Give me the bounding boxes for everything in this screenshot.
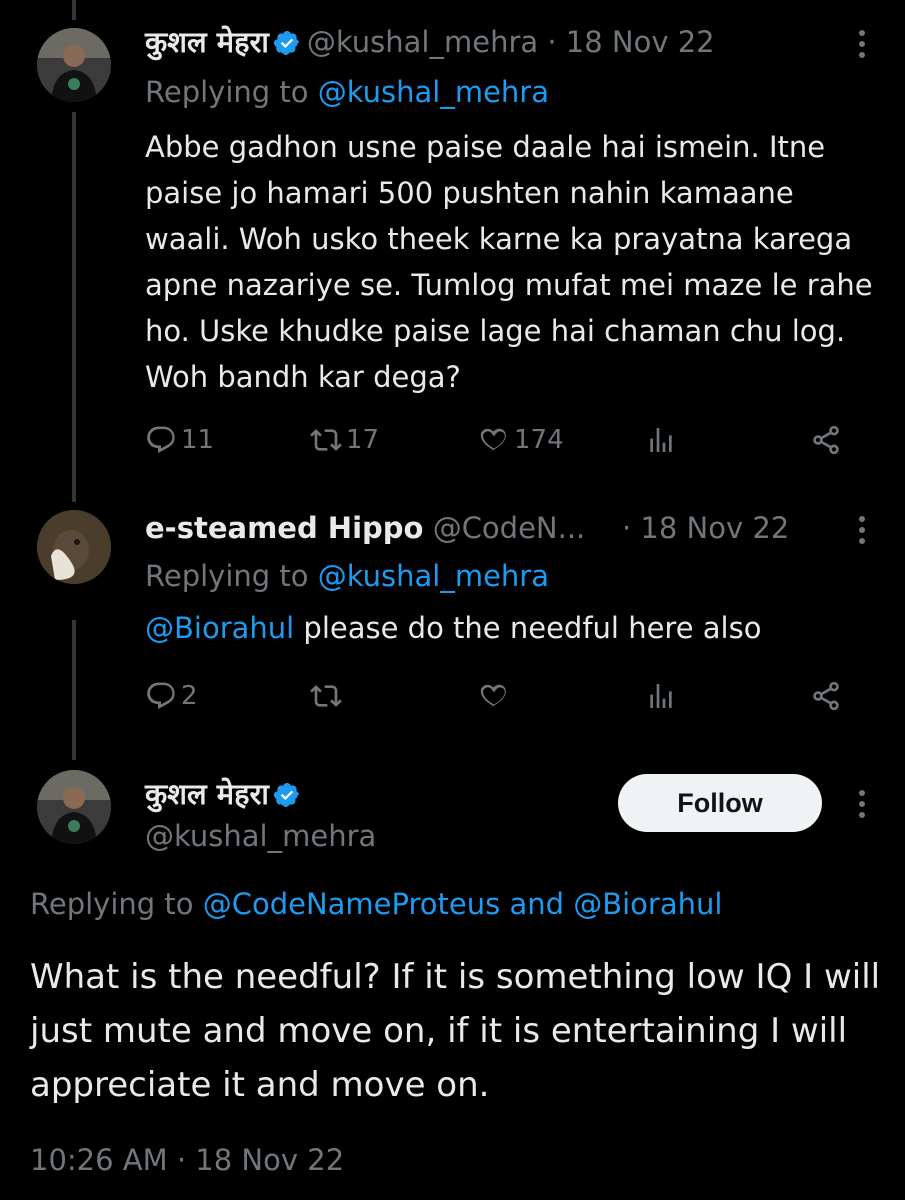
tweet-actions: 11 17 174 bbox=[145, 420, 865, 460]
handle[interactable]: @kushal_mehra bbox=[307, 25, 538, 59]
tweet-text: @Biorahul please do the needful here als… bbox=[145, 608, 880, 648]
tweet-2-header: e-steamed Hippo @CodeN... bbox=[145, 508, 585, 548]
replying-to-link[interactable]: @kushal_mehra bbox=[318, 75, 549, 109]
retweet-button[interactable]: 17 bbox=[310, 420, 379, 460]
retweet-icon bbox=[310, 685, 342, 707]
views-button[interactable] bbox=[645, 676, 677, 716]
handle[interactable]: @kushal_mehra bbox=[145, 819, 376, 853]
more-icon[interactable] bbox=[857, 516, 867, 549]
like-count: 174 bbox=[514, 425, 564, 455]
display-name[interactable]: कुशल मेहरा bbox=[145, 777, 269, 811]
more-icon[interactable] bbox=[857, 790, 867, 823]
like-button[interactable]: 174 bbox=[478, 420, 564, 460]
main-tweet-handle: @kushal_mehra bbox=[145, 816, 376, 856]
main-tweet-name: कुशल मेहरा bbox=[145, 774, 307, 814]
tweet-text-rest: please do the needful here also bbox=[294, 611, 762, 645]
views-icon bbox=[650, 684, 672, 708]
replying-to-link[interactable]: @CodeNameProteus and @Biorahul bbox=[203, 887, 723, 921]
views-icon bbox=[650, 428, 672, 452]
follow-button[interactable]: Follow bbox=[618, 774, 822, 832]
share-button[interactable] bbox=[810, 420, 842, 460]
share-icon bbox=[813, 681, 839, 711]
reply-icon bbox=[147, 682, 175, 710]
reply-count: 11 bbox=[181, 425, 215, 455]
tweet-1-header: कुशल मेहरा @kushal_mehra · 18 Nov 22 bbox=[145, 22, 715, 62]
share-button[interactable] bbox=[810, 676, 842, 716]
share-icon bbox=[813, 425, 839, 455]
views-button[interactable] bbox=[645, 420, 677, 460]
retweet-count: 17 bbox=[346, 425, 380, 455]
mention-link[interactable]: @Biorahul bbox=[145, 611, 294, 645]
retweet-button[interactable] bbox=[310, 676, 346, 716]
reply-count: 2 bbox=[181, 681, 198, 711]
verified-badge-icon bbox=[273, 783, 299, 807]
tweet-2[interactable]: e-steamed Hippo @CodeN... · 18 Nov 22 Re… bbox=[0, 508, 905, 728]
tweet-text: Abbe gadhon usne paise daale hai ismein.… bbox=[145, 130, 873, 394]
like-icon bbox=[480, 428, 506, 451]
verified-badge-icon bbox=[273, 31, 299, 55]
tweet-actions: 2 bbox=[145, 676, 865, 716]
replying-to-line: Replying to @CodeNameProteus and @Biorah… bbox=[30, 884, 722, 924]
tweet-1[interactable]: कुशल मेहरा @kushal_mehra · 18 Nov 22 Repl… bbox=[0, 22, 905, 462]
handle[interactable]: @CodeN... bbox=[433, 511, 586, 545]
replying-to-prefix: Replying to bbox=[30, 887, 194, 921]
replying-to-prefix: Replying to bbox=[145, 559, 309, 593]
like-button[interactable] bbox=[478, 676, 514, 716]
replying-to-link[interactable]: @kushal_mehra bbox=[318, 559, 549, 593]
thread-line-upper bbox=[72, 0, 76, 20]
replying-to-prefix: Replying to bbox=[145, 75, 309, 109]
display-name[interactable]: कुशल मेहरा bbox=[145, 25, 269, 59]
more-icon[interactable] bbox=[857, 30, 867, 63]
tweet-date: · 18 Nov 22 bbox=[622, 511, 790, 545]
like-icon bbox=[480, 684, 506, 707]
main-tweet-text: What is the needful? If it is something … bbox=[30, 957, 881, 1105]
display-name[interactable]: e-steamed Hippo bbox=[145, 511, 423, 545]
tweet-date[interactable]: · 18 Nov 22 bbox=[547, 25, 714, 59]
avatar-kushal-main[interactable] bbox=[37, 770, 111, 844]
retweet-icon bbox=[310, 429, 342, 451]
reply-button[interactable]: 2 bbox=[145, 676, 198, 716]
reply-button[interactable]: 11 bbox=[145, 420, 214, 460]
replying-to-line: Replying to @kushal_mehra bbox=[145, 72, 549, 112]
replying-to-line: Replying to @kushal_mehra bbox=[145, 556, 549, 596]
tweet-timestamp[interactable]: 10:26 AM · 18 Nov 22 bbox=[30, 1140, 344, 1180]
reply-icon bbox=[147, 426, 175, 454]
